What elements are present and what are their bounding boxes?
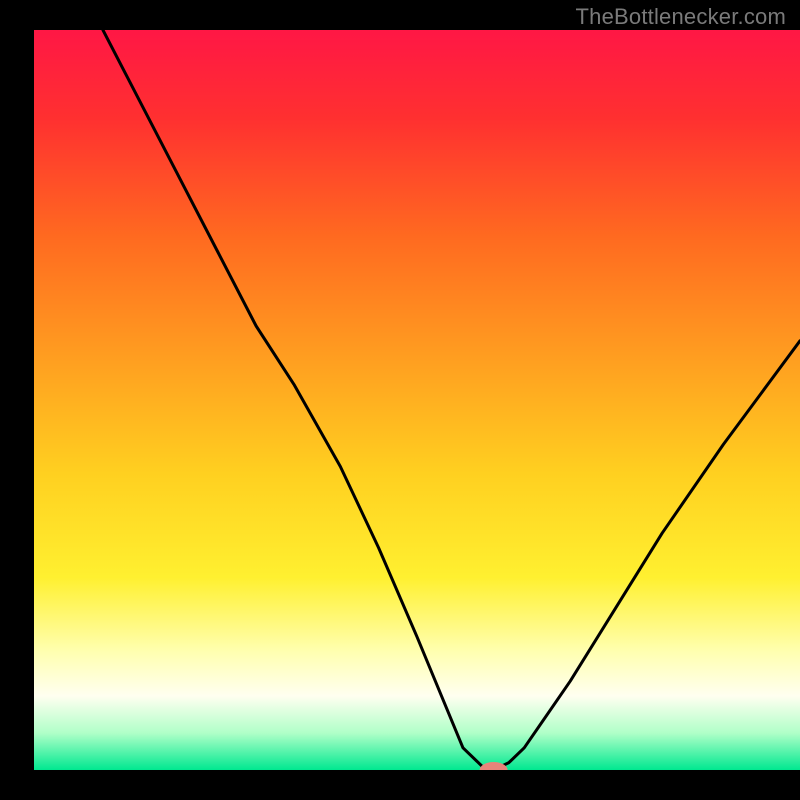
watermark-text: TheBottlenecker.com xyxy=(576,4,786,30)
chart-container: TheBottlenecker.com xyxy=(0,0,800,800)
bottleneck-chart xyxy=(0,0,800,800)
plot-background xyxy=(34,30,800,770)
